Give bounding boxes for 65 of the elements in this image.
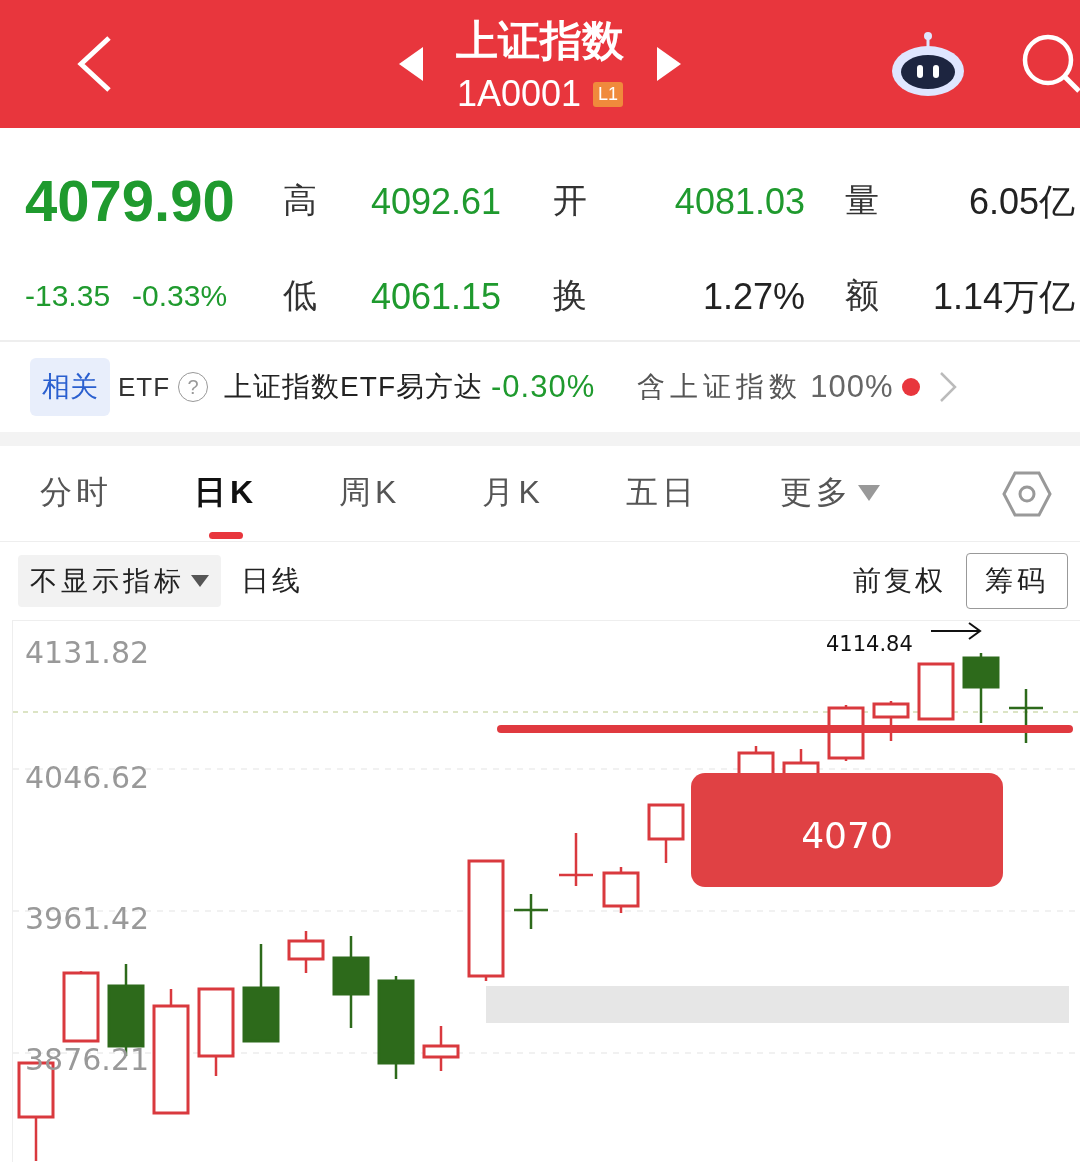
previous-button[interactable] xyxy=(399,47,424,81)
y-axis-label: 4046.62 xyxy=(25,760,150,795)
search-button[interactable] xyxy=(1021,33,1080,95)
assistant-button[interactable] xyxy=(890,31,966,97)
candlestick xyxy=(647,803,685,863)
period-tab[interactable]: 更多 xyxy=(779,448,880,539)
stat-value: 4061.15 xyxy=(371,274,503,319)
stat-label: 低 xyxy=(283,275,318,316)
period-tab[interactable]: 月K xyxy=(482,448,544,539)
candlestick xyxy=(1009,689,1043,743)
status-dot-icon xyxy=(901,378,920,396)
stat-label: 换 xyxy=(553,275,588,316)
stat-value: 6.05亿 xyxy=(967,179,1075,224)
arrow-icon xyxy=(930,622,982,640)
percent-change: -0.33% xyxy=(132,279,228,313)
index-title: 上证指数 xyxy=(456,16,624,66)
index-code: 1A0001 xyxy=(456,73,582,115)
period-tab[interactable]: 分时 xyxy=(40,448,112,539)
y-axis-label: 3961.42 xyxy=(25,901,150,936)
price-change: -13.35 xyxy=(25,279,111,313)
y-axis-label: 3876.21 xyxy=(25,1042,150,1077)
holding-label: 含上证指数 xyxy=(637,370,803,404)
next-button[interactable] xyxy=(656,47,681,81)
candlestick xyxy=(872,701,910,741)
period-tab[interactable]: 周K xyxy=(339,448,401,539)
stat-value: 4092.61 xyxy=(371,179,503,224)
robot-icon xyxy=(890,31,966,97)
stat-value: 4081.03 xyxy=(673,179,805,224)
period-tab[interactable]: 五日 xyxy=(625,448,698,539)
settings-icon xyxy=(1002,470,1052,517)
candlestick xyxy=(917,662,955,721)
related-tag: 相关 xyxy=(30,358,110,416)
chips-button[interactable]: 筹码 xyxy=(966,553,1068,609)
holding-value: 100% xyxy=(810,369,894,405)
stat-value: 1.14万亿 xyxy=(931,274,1075,319)
search-icon xyxy=(1021,33,1080,95)
right-triangle-icon xyxy=(656,47,681,81)
high-price-note: 4114.84 xyxy=(826,632,913,656)
candlestick xyxy=(514,894,548,929)
stat-label: 量 xyxy=(844,180,880,221)
stat-label: 高 xyxy=(283,180,318,221)
y-axis-label: 4131.82 xyxy=(25,635,150,670)
candlestick xyxy=(602,867,640,913)
stat-label: 额 xyxy=(844,275,880,316)
left-triangle-icon xyxy=(399,47,424,81)
level-badge: L1 xyxy=(593,81,624,107)
settings-button[interactable] xyxy=(1002,470,1052,517)
etf-name[interactable]: 上证指数ETF易方达 xyxy=(224,368,483,406)
adjust-mode-link[interactable]: 前复权 xyxy=(853,562,946,600)
candlestick xyxy=(62,971,100,1043)
stat-label: 开 xyxy=(553,180,588,221)
etf-label: ETF xyxy=(118,371,171,403)
dropdown-caret-icon xyxy=(191,575,209,587)
candlestick xyxy=(287,931,325,973)
period-tab[interactable]: 日K xyxy=(194,448,258,539)
candlestick xyxy=(422,1026,460,1071)
candlestick xyxy=(962,653,1000,723)
price-tag-text: 4070 xyxy=(801,815,893,856)
dropdown-caret-icon xyxy=(857,484,880,501)
etf-change: -0.30% xyxy=(491,369,596,405)
line-type-label: 日线 xyxy=(241,564,303,598)
indicator-select[interactable]: 不显示指标 xyxy=(18,555,221,607)
candlestick xyxy=(559,833,593,886)
stat-value: 1.27% xyxy=(701,274,805,319)
last-price: 4079.90 xyxy=(25,167,235,236)
